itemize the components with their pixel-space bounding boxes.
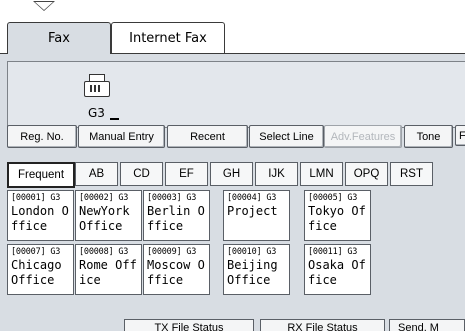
recent-button[interactable]: Recent [167,125,248,148]
destination-entry[interactable]: [00004] G3 Project [223,190,290,241]
manual-entry-button[interactable]: Manual Entry [78,125,165,148]
destination-entry[interactable]: [00011] G3 Osaka Office [304,244,371,295]
category-cd[interactable]: CD [120,162,163,186]
tab-bar: Fax Internet Fax [0,0,465,54]
overflow-button[interactable]: F [455,125,465,146]
destination-entry[interactable]: [00005] G3 Tokyo Office [304,190,371,241]
tx-file-status-button[interactable]: TX File Status [124,319,254,331]
category-opq[interactable]: OPQ [345,162,388,186]
tone-button[interactable]: Tone [404,125,453,148]
category-gh[interactable]: GH [210,162,253,186]
line-type-label: G3 [88,106,105,120]
destination-field[interactable]: G3 [7,61,465,128]
destination-entry[interactable]: [00002] G3 NewYork Office [75,190,142,241]
category-frequent[interactable]: Frequent [7,162,75,188]
category-lmn[interactable]: LMN [300,162,343,186]
select-line-button[interactable]: Select Line [249,125,324,148]
category-ijk[interactable]: IJK [255,162,298,186]
send-more-button[interactable]: Send. M [389,319,465,331]
rx-file-status-button[interactable]: RX File Status [260,319,385,331]
destination-entry[interactable]: [00007] G3 Chicago Office [7,244,74,295]
fax-machine-icon [84,73,110,97]
destination-entry[interactable]: [00003] G3 Berlin Office [143,190,210,241]
fax-screen: Fax Internet Fax G3 Reg. No. Manual Entr… [0,0,465,331]
category-ab[interactable]: AB [75,162,118,186]
adv-features-button[interactable]: Adv.Features [324,125,402,148]
category-rst[interactable]: RST [390,162,433,186]
tab-fax[interactable]: Fax [7,22,111,54]
category-ef[interactable]: EF [165,162,208,186]
tab-internet-fax[interactable]: Internet Fax [111,22,225,54]
reg-no-button[interactable]: Reg. No. [7,125,77,148]
destination-list: [00001] G3 London Office [00002] G3 NewY… [7,190,465,314]
destination-entry[interactable]: [00009] G3 Moscow Office [143,244,210,295]
destination-entry[interactable]: [00001] G3 London Office [7,190,74,241]
destination-entry[interactable]: [00010] G3 Beijing Office [223,244,290,295]
text-cursor [110,118,119,120]
destination-entry[interactable]: [00008] G3 Rome Office [75,244,142,295]
